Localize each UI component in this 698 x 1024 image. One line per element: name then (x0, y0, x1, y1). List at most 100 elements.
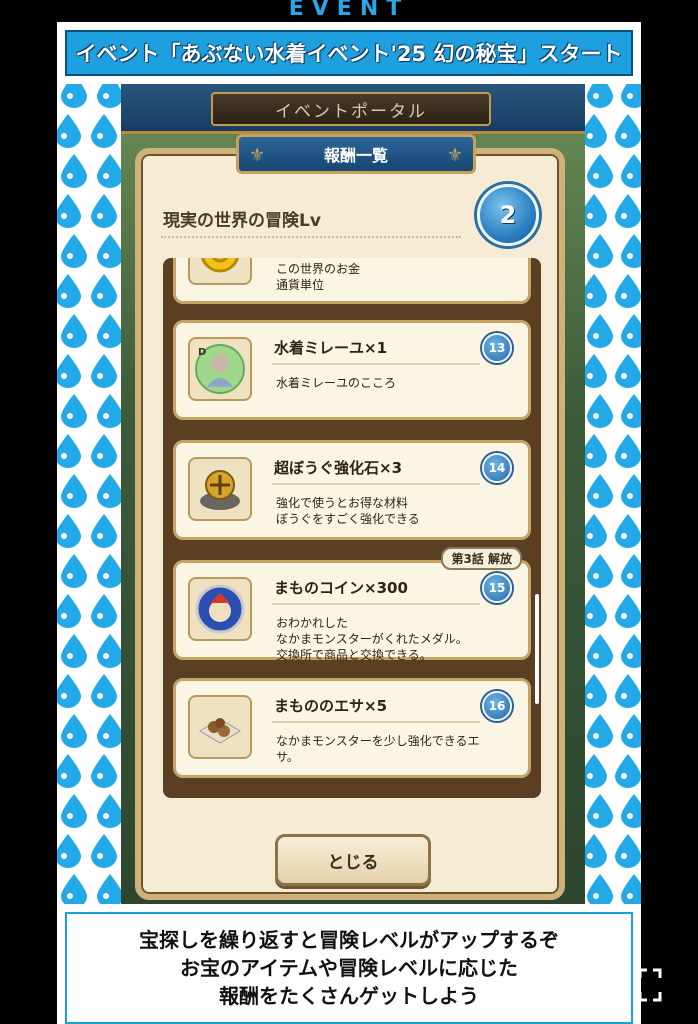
water-drop-icon (91, 514, 117, 548)
reward-card: 超ぼうぐ強化石×3 強化で使うとお得な材料 ぼうぐをすごく強化できる 14 (173, 440, 531, 540)
current-level-value: 2 (499, 201, 517, 229)
caption-line: 宝探しを繰り返すと冒険レベルがアップするぞ (139, 928, 559, 952)
reward-level-badge: 14 (482, 453, 512, 483)
water-drop-icon (57, 274, 81, 308)
divider (272, 721, 480, 723)
divider (272, 363, 480, 365)
water-drop-icon (97, 154, 121, 188)
game-screen: イベントポータル ⚜ 報酬一覧 ⚜ 現実の世界の冒険Lv 2 この世界のお金 通… (121, 84, 585, 904)
water-drop-icon (621, 554, 641, 588)
water-drop-icon (91, 834, 117, 868)
water-drop-icon (91, 114, 117, 148)
water-drop-icon (61, 234, 87, 268)
water-drop-icon (615, 194, 641, 228)
drop-pattern-left (57, 84, 121, 904)
fleur-icon: ⚜ (446, 145, 463, 166)
water-drop-icon (585, 834, 607, 868)
water-drop-icon (97, 84, 121, 108)
water-drop-icon (615, 514, 641, 548)
water-drop-icon (57, 114, 81, 148)
reward-level-badge: 15 (482, 573, 512, 603)
monster-food-icon (188, 695, 252, 759)
enhance-stone-icon (188, 457, 252, 521)
dialog-title: 報酬一覧 (323, 146, 388, 165)
water-drop-icon (57, 674, 81, 708)
water-drop-icon (61, 874, 87, 904)
water-drop-icon (57, 354, 81, 388)
water-drop-icon (621, 714, 641, 748)
fleur-icon: ⚜ (249, 145, 266, 166)
drop-pattern-right (585, 84, 641, 904)
water-drop-icon (585, 674, 607, 708)
water-drop-icon (615, 674, 641, 708)
water-drop-icon (57, 834, 81, 868)
reward-desc: おわかれした なかまモンスターがくれたメダル。 交換所で商品と交換できる。 (276, 616, 468, 662)
water-drop-icon (97, 234, 121, 268)
reward-desc: この世界のお金 通貨単位 (276, 262, 361, 292)
water-drop-icon (615, 274, 641, 308)
water-drop-icon (587, 474, 613, 508)
water-drop-icon (61, 84, 87, 108)
monster-coin-icon (188, 577, 252, 641)
water-drop-icon (587, 234, 613, 268)
water-drop-icon (97, 314, 121, 348)
water-drop-icon (587, 794, 613, 828)
water-drop-icon (57, 754, 81, 788)
water-drop-icon (587, 874, 613, 904)
water-drop-icon (621, 154, 641, 188)
water-drop-icon (587, 154, 613, 188)
water-drop-icon (621, 234, 641, 268)
water-drop-icon (587, 634, 613, 668)
reward-card: D 水着ミレーユ×1 水着ミレーユのこころ 13 (173, 320, 531, 420)
water-drop-icon (615, 354, 641, 388)
caption-line: お宝のアイテムや冒険レベルに応じた (180, 956, 518, 980)
water-drop-icon (61, 714, 87, 748)
water-drop-icon (91, 354, 117, 388)
reward-name: まものコイン×300 (274, 579, 408, 597)
reward-level-badge: 16 (482, 691, 512, 721)
water-drop-icon (621, 634, 641, 668)
reward-card: この世界のお金 通貨単位 (173, 258, 531, 304)
reward-list[interactable]: この世界のお金 通貨単位 D 水着ミレーユ×1 水着ミレーユのこころ 13 超ぼ… (163, 258, 541, 798)
water-drop-icon (621, 314, 641, 348)
water-drop-icon (61, 314, 87, 348)
unlock-tag: 第3話 解放 (441, 547, 522, 570)
water-drop-icon (97, 474, 121, 508)
water-drop-icon (97, 794, 121, 828)
reward-card: 第3話 解放 まものコイン×300 おわかれした なかまモンスターがくれたメダル… (173, 547, 531, 662)
reward-desc: なかまモンスターを少し強化できるエ サ。 (276, 734, 480, 764)
gold-coin-icon (188, 258, 252, 285)
water-drop-icon (585, 114, 607, 148)
caption-box: 宝探しを繰り返すと冒険レベルがアップするぞ お宝のアイテムや冒険レベルに応じた … (57, 904, 641, 1024)
water-drop-icon (91, 594, 117, 628)
heart-card-icon: D (188, 337, 252, 401)
reward-level-badge: 13 (482, 333, 512, 363)
water-drop-icon (61, 154, 87, 188)
water-drop-icon (621, 84, 641, 108)
scrollbar[interactable] (535, 594, 539, 704)
water-drop-icon (585, 514, 607, 548)
fullscreen-icon[interactable] (638, 968, 662, 1002)
water-drop-icon (61, 794, 87, 828)
water-drop-icon (587, 394, 613, 428)
water-drop-icon (621, 474, 641, 508)
event-label: EVENT (288, 0, 410, 21)
water-drop-icon (57, 594, 81, 628)
water-drop-icon (97, 554, 121, 588)
water-drop-icon (91, 274, 117, 308)
caption-line: 報酬をたくさんゲットしよう (219, 984, 479, 1008)
water-drop-icon (585, 194, 607, 228)
water-drop-icon (585, 594, 607, 628)
water-drop-icon (61, 634, 87, 668)
water-drop-icon (621, 794, 641, 828)
water-drop-icon (615, 754, 641, 788)
water-drop-icon (61, 554, 87, 588)
water-drop-icon (615, 114, 641, 148)
water-drop-icon (97, 394, 121, 428)
water-drop-icon (587, 314, 613, 348)
water-drop-icon (615, 434, 641, 468)
water-drop-icon (97, 874, 121, 904)
divider (161, 236, 461, 238)
water-drop-icon (97, 714, 121, 748)
close-button[interactable]: とじる (275, 834, 431, 886)
